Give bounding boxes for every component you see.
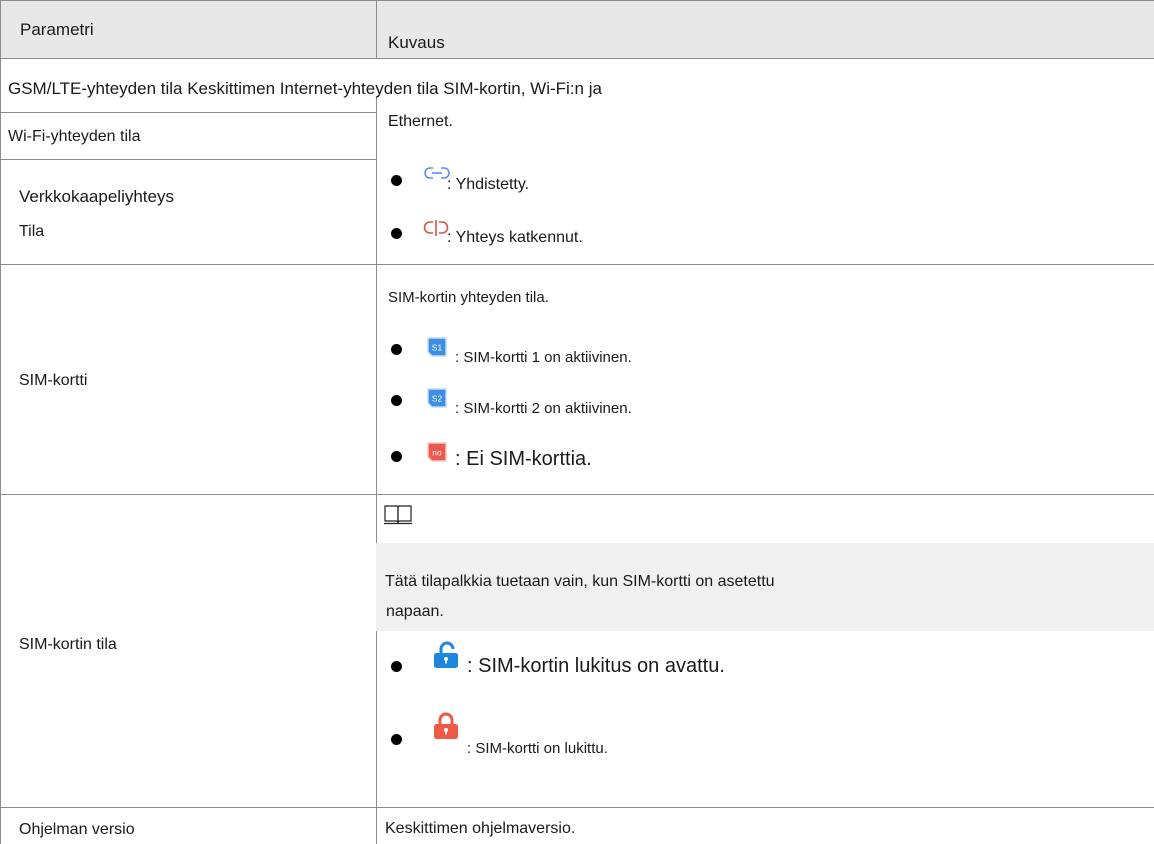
- software-version-description: Keskittimen ohjelmaversio.: [385, 820, 576, 837]
- note-book-icon: [384, 505, 412, 525]
- cable-label-line2: Tila: [19, 223, 45, 240]
- sim-1-text: : SIM-kortti 1 on aktiivinen.: [455, 349, 632, 366]
- svg-text:S1: S1: [432, 343, 443, 353]
- note-line-2: napaan.: [386, 603, 444, 620]
- grid-line: [0, 0, 1, 844]
- bullet-connected-text: : Yhdistetty.: [447, 176, 530, 193]
- bullet-dot: [391, 395, 402, 406]
- header-description: Kuvaus: [388, 33, 445, 52]
- locked-text: : SIM-kortti on lukittu.: [467, 740, 608, 757]
- table-header: [1, 1, 1154, 58]
- link-broken-icon: [423, 220, 449, 236]
- unlocked-padlock-icon: [434, 641, 458, 668]
- sim-2-text: : SIM-kortti 2 on aktiivinen.: [455, 400, 632, 417]
- grid-line: [0, 112, 376, 113]
- cable-label-line1: Verkkokaapeliyhteys: [19, 187, 174, 206]
- software-version-label: Ohjelman versio: [19, 821, 135, 838]
- grid-line: [376, 0, 377, 59]
- grid-line: [0, 0, 1154, 1]
- grid-line: [0, 807, 1154, 808]
- wifi-label: Wi-Fi-yhteyden tila: [8, 128, 141, 145]
- no-sim-text: : Ei SIM-korttia.: [455, 448, 592, 470]
- gsm-label: GSM/LTE-yhteyden tila Keskittimen Intern…: [8, 79, 602, 98]
- bullet-dot: [391, 734, 402, 745]
- grid-line: [0, 58, 1154, 59]
- bullet-dot: [391, 228, 402, 239]
- bullet-dot: [391, 451, 402, 462]
- bullet-dot: [391, 661, 402, 672]
- grid-line: [376, 97, 377, 844]
- note-line-1: Tätä tilapalkkia tuetaan vain, kun SIM-k…: [385, 573, 775, 590]
- svg-text:S2: S2: [432, 394, 443, 404]
- grid-line: [0, 159, 376, 160]
- sim-card-intro: SIM-kortin yhteyden tila.: [388, 289, 549, 306]
- svg-text:no: no: [432, 448, 442, 458]
- header-parameter: Parametri: [20, 20, 94, 39]
- grid-line: [0, 494, 1154, 495]
- sim-state-label: SIM-kortin tila: [19, 636, 117, 653]
- sim-1-icon: S1: [427, 337, 447, 357]
- gsm-description-continued: Ethernet.: [388, 113, 453, 130]
- no-sim-icon: no: [427, 442, 447, 462]
- grid-line: [0, 264, 1154, 265]
- sim-2-icon: S2: [427, 388, 447, 408]
- sim-card-label: SIM-kortti: [19, 372, 88, 389]
- bullet-dot: [391, 344, 402, 355]
- unlocked-text: : SIM-kortin lukitus on avattu.: [467, 655, 725, 677]
- locked-padlock-icon: [434, 712, 458, 739]
- bullet-disconnected-text: : Yhteys katkennut.: [447, 229, 583, 246]
- bullet-dot: [391, 175, 402, 186]
